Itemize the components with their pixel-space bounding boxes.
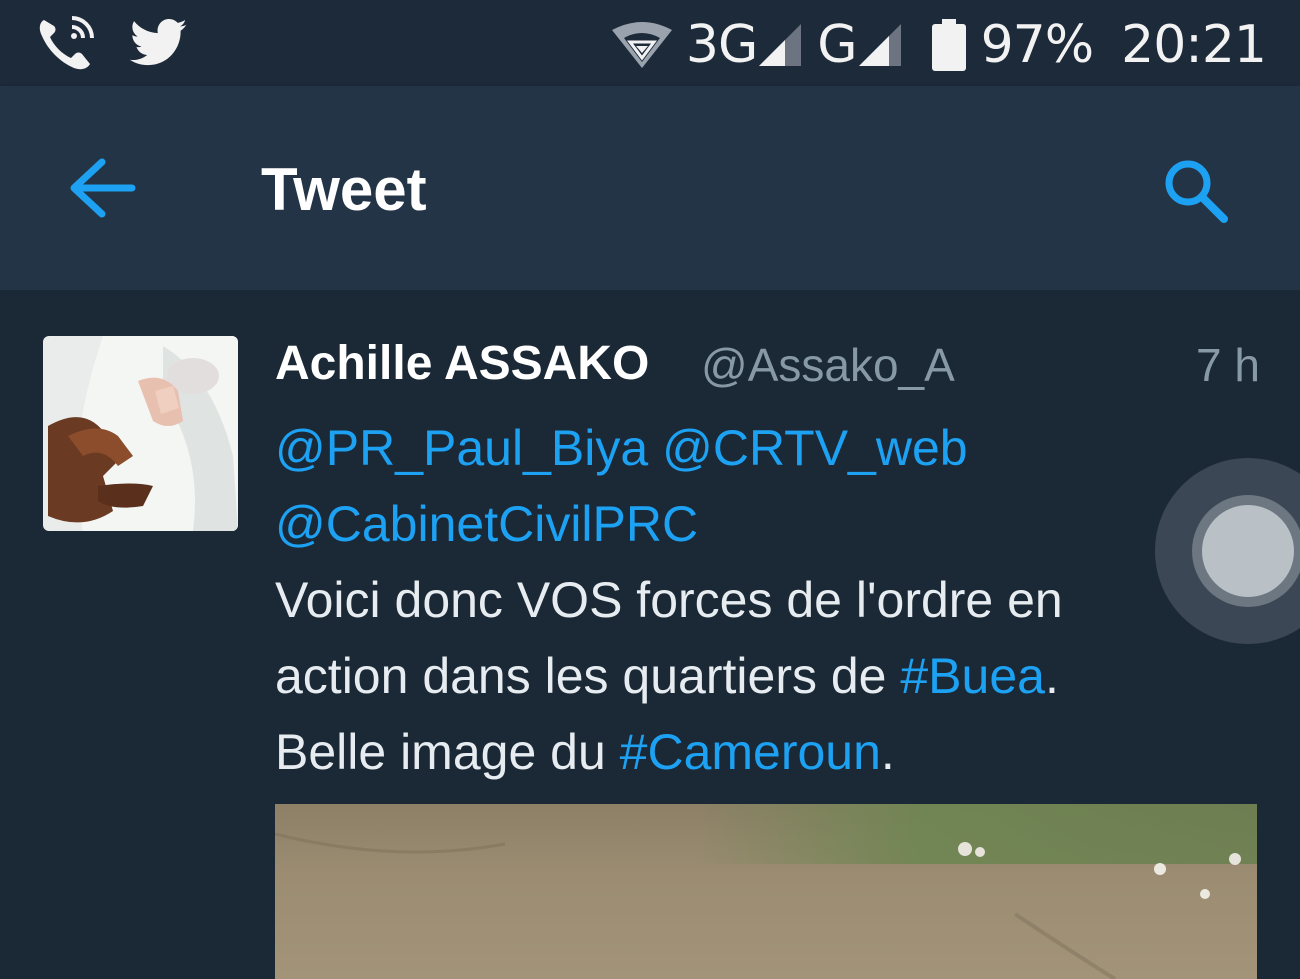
- author-name[interactable]: Achille ASSAKO: [275, 336, 649, 391]
- network-type-1: 3G: [685, 15, 758, 75]
- text-segment: action dans les quartiers de: [275, 648, 901, 704]
- signal-strength-icon-1: [759, 24, 802, 66]
- avatar[interactable]: [43, 336, 238, 531]
- tweet-timestamp: 7 h: [1196, 339, 1260, 391]
- mention-link[interactable]: @PR_Paul_Biya: [275, 420, 648, 476]
- clock: 20:21: [1121, 15, 1267, 75]
- tweet-header: Achille ASSAKO @Assako_A 7 h: [275, 336, 1260, 392]
- battery-icon: [931, 19, 966, 71]
- author-handle[interactable]: @Assako_A: [701, 338, 955, 392]
- back-button[interactable]: [66, 156, 138, 220]
- status-bar: 3G G 97% 20:21: [0, 0, 1300, 86]
- text-segment: .: [880, 724, 895, 780]
- arrow-left-icon: [70, 158, 136, 218]
- hashtag-link[interactable]: #Buea: [900, 648, 1045, 704]
- tweet-media[interactable]: [275, 804, 1257, 979]
- mentions-line-1: @PR_Paul_Biya @CRTV_web: [275, 410, 1265, 486]
- search-button[interactable]: [1160, 156, 1232, 226]
- text-line-3: Belle image du #Cameroun.: [275, 714, 1265, 790]
- avatar-image: [43, 336, 238, 531]
- mention-link[interactable]: @CRTV_web: [662, 420, 968, 476]
- text-line-1: Voici donc VOS forces de l'ordre en: [275, 572, 1063, 628]
- status-bar-left: [34, 14, 188, 72]
- twitter-bird-icon: [130, 19, 187, 66]
- mentions-line-2: @CabinetCivilPRC: [275, 486, 1265, 562]
- app-bar: Tweet: [0, 86, 1300, 290]
- signal-strength-icon-2: [858, 24, 901, 66]
- floating-button-core: [1202, 505, 1294, 597]
- media-image: [275, 832, 1241, 979]
- phone-wifi-icon: [39, 16, 94, 70]
- network-type-2: G: [817, 15, 857, 75]
- search-icon: [1165, 160, 1228, 223]
- battery-percentage: 97%: [980, 15, 1095, 75]
- text-segment: .: [1044, 648, 1059, 704]
- tweet-detail: Achille ASSAKO @Assako_A 7 h @PR_Paul_Bi…: [0, 290, 1300, 979]
- mention-link[interactable]: @CabinetCivilPRC: [275, 496, 698, 552]
- text-segment: Belle image du: [275, 724, 620, 780]
- floating-button-ring: [1192, 495, 1300, 607]
- tweet-text: @PR_Paul_Biya @CRTV_web @CabinetCivilPRC…: [275, 410, 1265, 790]
- status-bar-right: 3G G 97% 20:21: [610, 10, 1267, 80]
- wifi-hotspot-icon: [611, 22, 672, 68]
- text-line-2: action dans les quartiers de #Buea.: [275, 638, 1265, 714]
- hashtag-link[interactable]: #Cameroun: [620, 724, 881, 780]
- page-title: Tweet: [261, 156, 427, 223]
